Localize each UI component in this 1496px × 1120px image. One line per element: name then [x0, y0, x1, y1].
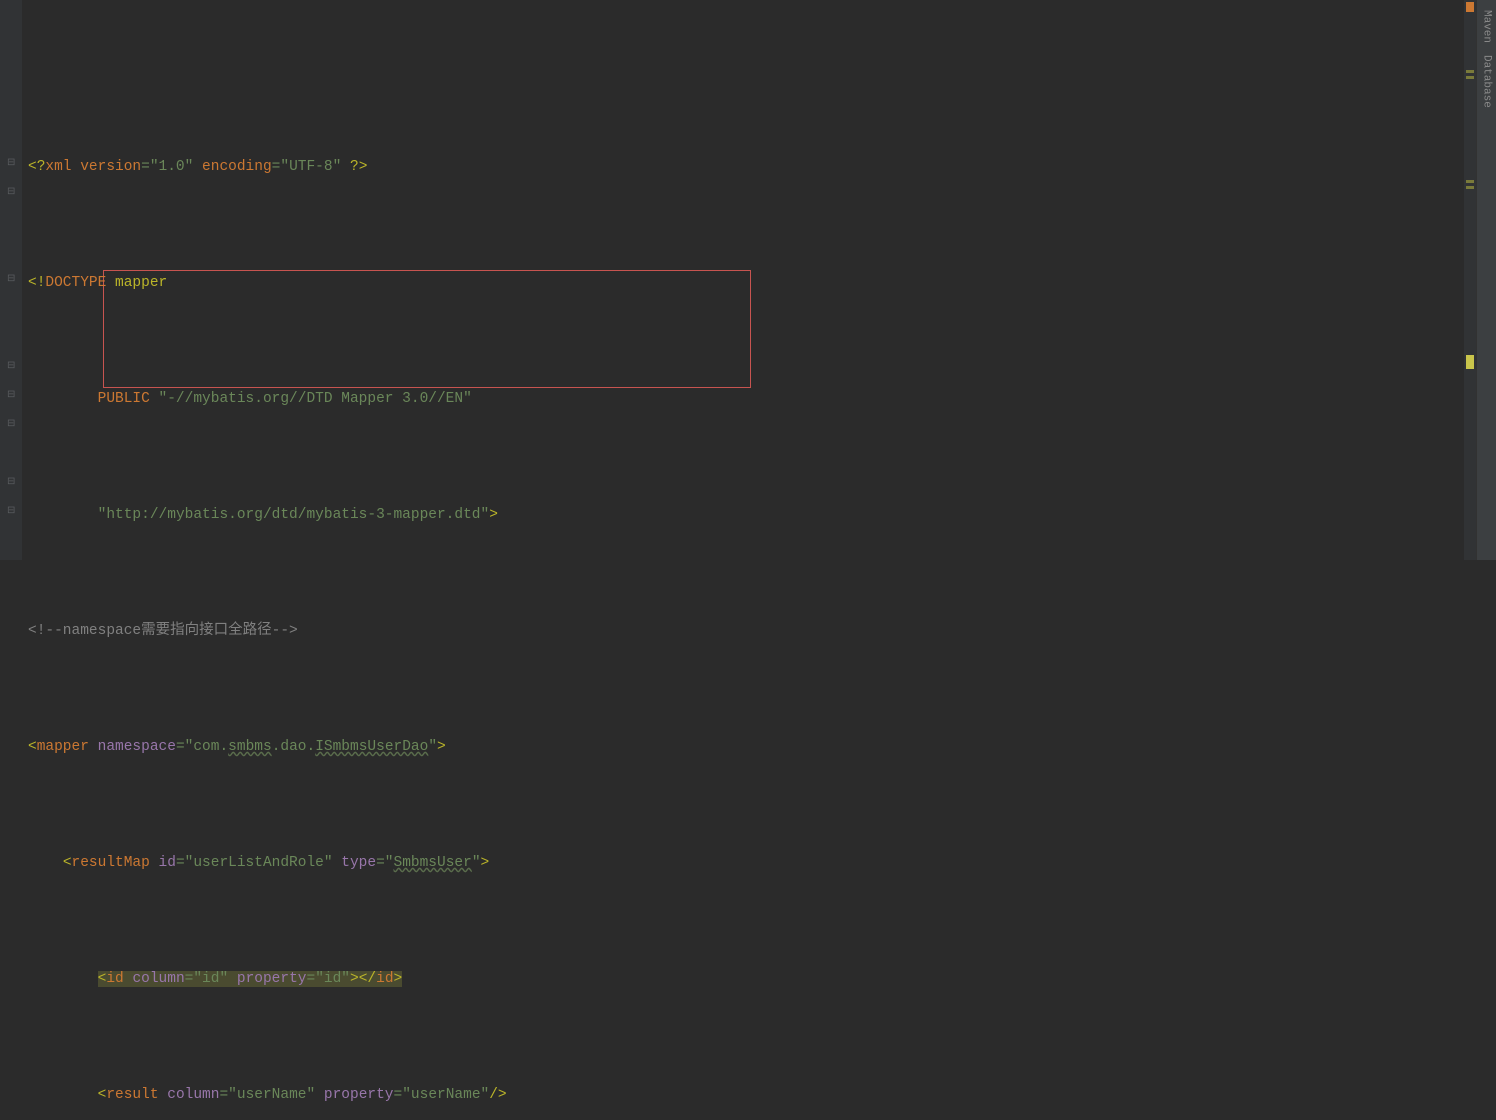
fold-icon[interactable]: ⊟ [7, 157, 15, 169]
fold-end-icon[interactable]: ⊟ [7, 505, 15, 517]
marker[interactable] [1466, 355, 1474, 369]
gutter: ⊟ ⊟ ⊟ ⊟ ⊟ ⊟ ⊟ ⊟ [0, 0, 22, 560]
database-tab[interactable]: Database [1479, 49, 1495, 114]
comment: <!--namespace需要指向接口全路径--> [28, 623, 298, 639]
error-stripe[interactable] [1464, 0, 1476, 560]
maven-tab[interactable]: Maven [1479, 4, 1495, 49]
xml-decl-open: <? [28, 159, 45, 175]
fold-end-icon[interactable]: ⊟ [7, 476, 15, 488]
fold-end-icon[interactable]: ⊟ [7, 360, 15, 372]
fold-icon[interactable]: ⊟ [7, 273, 15, 285]
marker[interactable] [1466, 76, 1474, 79]
marker[interactable] [1466, 180, 1474, 183]
tool-window-stripe: Maven Database [1476, 0, 1496, 560]
marker[interactable] [1466, 186, 1474, 189]
fold-end-icon[interactable]: ⊟ [7, 389, 15, 401]
fold-icon[interactable]: ⊟ [7, 186, 15, 198]
warning-marker[interactable] [1466, 2, 1474, 12]
marker[interactable] [1466, 70, 1474, 73]
code-editor[interactable]: <?xml version="1.0" encoding="UTF-8" ?> … [22, 0, 1496, 560]
fold-icon[interactable]: ⊟ [7, 418, 15, 430]
